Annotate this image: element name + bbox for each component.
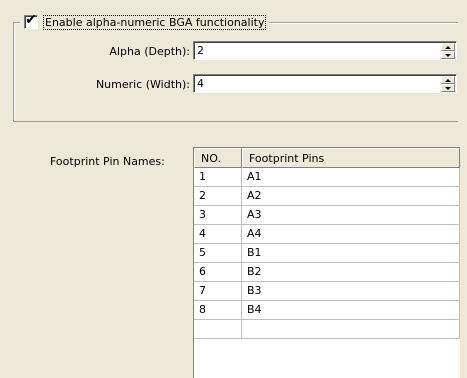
numeric-width-down-button[interactable] xyxy=(441,84,455,92)
enable-alphanumeric-label[interactable]: Enable alpha-numeric BGA functionality xyxy=(43,14,267,30)
numeric-width-spinner xyxy=(441,76,455,92)
footprint-pin-cell[interactable] xyxy=(242,320,460,339)
row-number: 2 xyxy=(194,187,242,206)
footprint-pin-table[interactable]: NO. Footprint Pins 1 A1 2 A2 3 A3 4 A4 5… xyxy=(193,147,460,378)
table-header: NO. Footprint Pins xyxy=(194,148,460,168)
footprint-pin-cell[interactable]: A3 xyxy=(242,206,460,225)
footprint-pin-cell[interactable]: A2 xyxy=(242,187,460,206)
alpha-depth-input[interactable]: 2 xyxy=(193,41,457,60)
numeric-width-value: 4 xyxy=(197,77,204,90)
table-row[interactable]: 8 B4 xyxy=(194,301,460,320)
footprint-pin-cell[interactable]: A4 xyxy=(242,225,460,244)
row-number: 3 xyxy=(194,206,242,225)
footprint-pin-cell[interactable]: B1 xyxy=(242,244,460,263)
alpha-depth-spinner xyxy=(441,43,455,59)
bga-groupbox xyxy=(13,22,458,122)
alpha-depth-label: Alpha (Depth): xyxy=(109,45,190,58)
alpha-depth-down-button[interactable] xyxy=(441,51,455,59)
alpha-depth-up-button[interactable] xyxy=(441,43,455,51)
spin-up-icon xyxy=(445,79,451,82)
table-row[interactable]: 2 A2 xyxy=(194,187,460,206)
table-row[interactable]: 5 B1 xyxy=(194,244,460,263)
footprint-pin-cell[interactable]: A1 xyxy=(242,168,460,187)
spin-up-icon xyxy=(445,46,451,49)
row-number: 5 xyxy=(194,244,242,263)
table-row[interactable]: 7 B3 xyxy=(194,282,460,301)
numeric-width-label: Numeric (Width): xyxy=(95,78,190,91)
numeric-width-input[interactable]: 4 xyxy=(193,74,457,93)
footprint-pin-names-label: Footprint Pin Names: xyxy=(50,155,165,168)
row-number: 6 xyxy=(194,263,242,282)
table-row[interactable]: 4 A4 xyxy=(194,225,460,244)
column-header-no[interactable]: NO. xyxy=(194,148,242,168)
enable-alphanumeric-checkbox[interactable]: ✔ xyxy=(24,12,38,29)
table-row[interactable] xyxy=(194,320,460,339)
footprint-pin-cell[interactable]: B3 xyxy=(242,282,460,301)
row-number: 7 xyxy=(194,282,242,301)
table-row[interactable]: 1 A1 xyxy=(194,168,460,187)
row-number xyxy=(194,320,242,339)
table-row[interactable]: 6 B2 xyxy=(194,263,460,282)
checkmark-icon: ✔ xyxy=(25,12,37,28)
footprint-pin-cell[interactable]: B2 xyxy=(242,263,460,282)
spin-down-icon xyxy=(445,87,451,90)
row-number: 4 xyxy=(194,225,242,244)
table-body: 1 A1 2 A2 3 A3 4 A4 5 B1 6 B2 7 B3 8 B4 xyxy=(194,168,460,339)
groupbox-legend: ✔ Enable alpha-numeric BGA functionality xyxy=(20,12,270,31)
column-header-footprint-pins[interactable]: Footprint Pins xyxy=(242,148,460,168)
row-number: 8 xyxy=(194,301,242,320)
numeric-width-up-button[interactable] xyxy=(441,76,455,84)
row-number: 1 xyxy=(194,168,242,187)
spin-down-icon xyxy=(445,54,451,57)
alpha-depth-value: 2 xyxy=(197,44,204,57)
footprint-pin-cell[interactable]: B4 xyxy=(242,301,460,320)
table-row[interactable]: 3 A3 xyxy=(194,206,460,225)
